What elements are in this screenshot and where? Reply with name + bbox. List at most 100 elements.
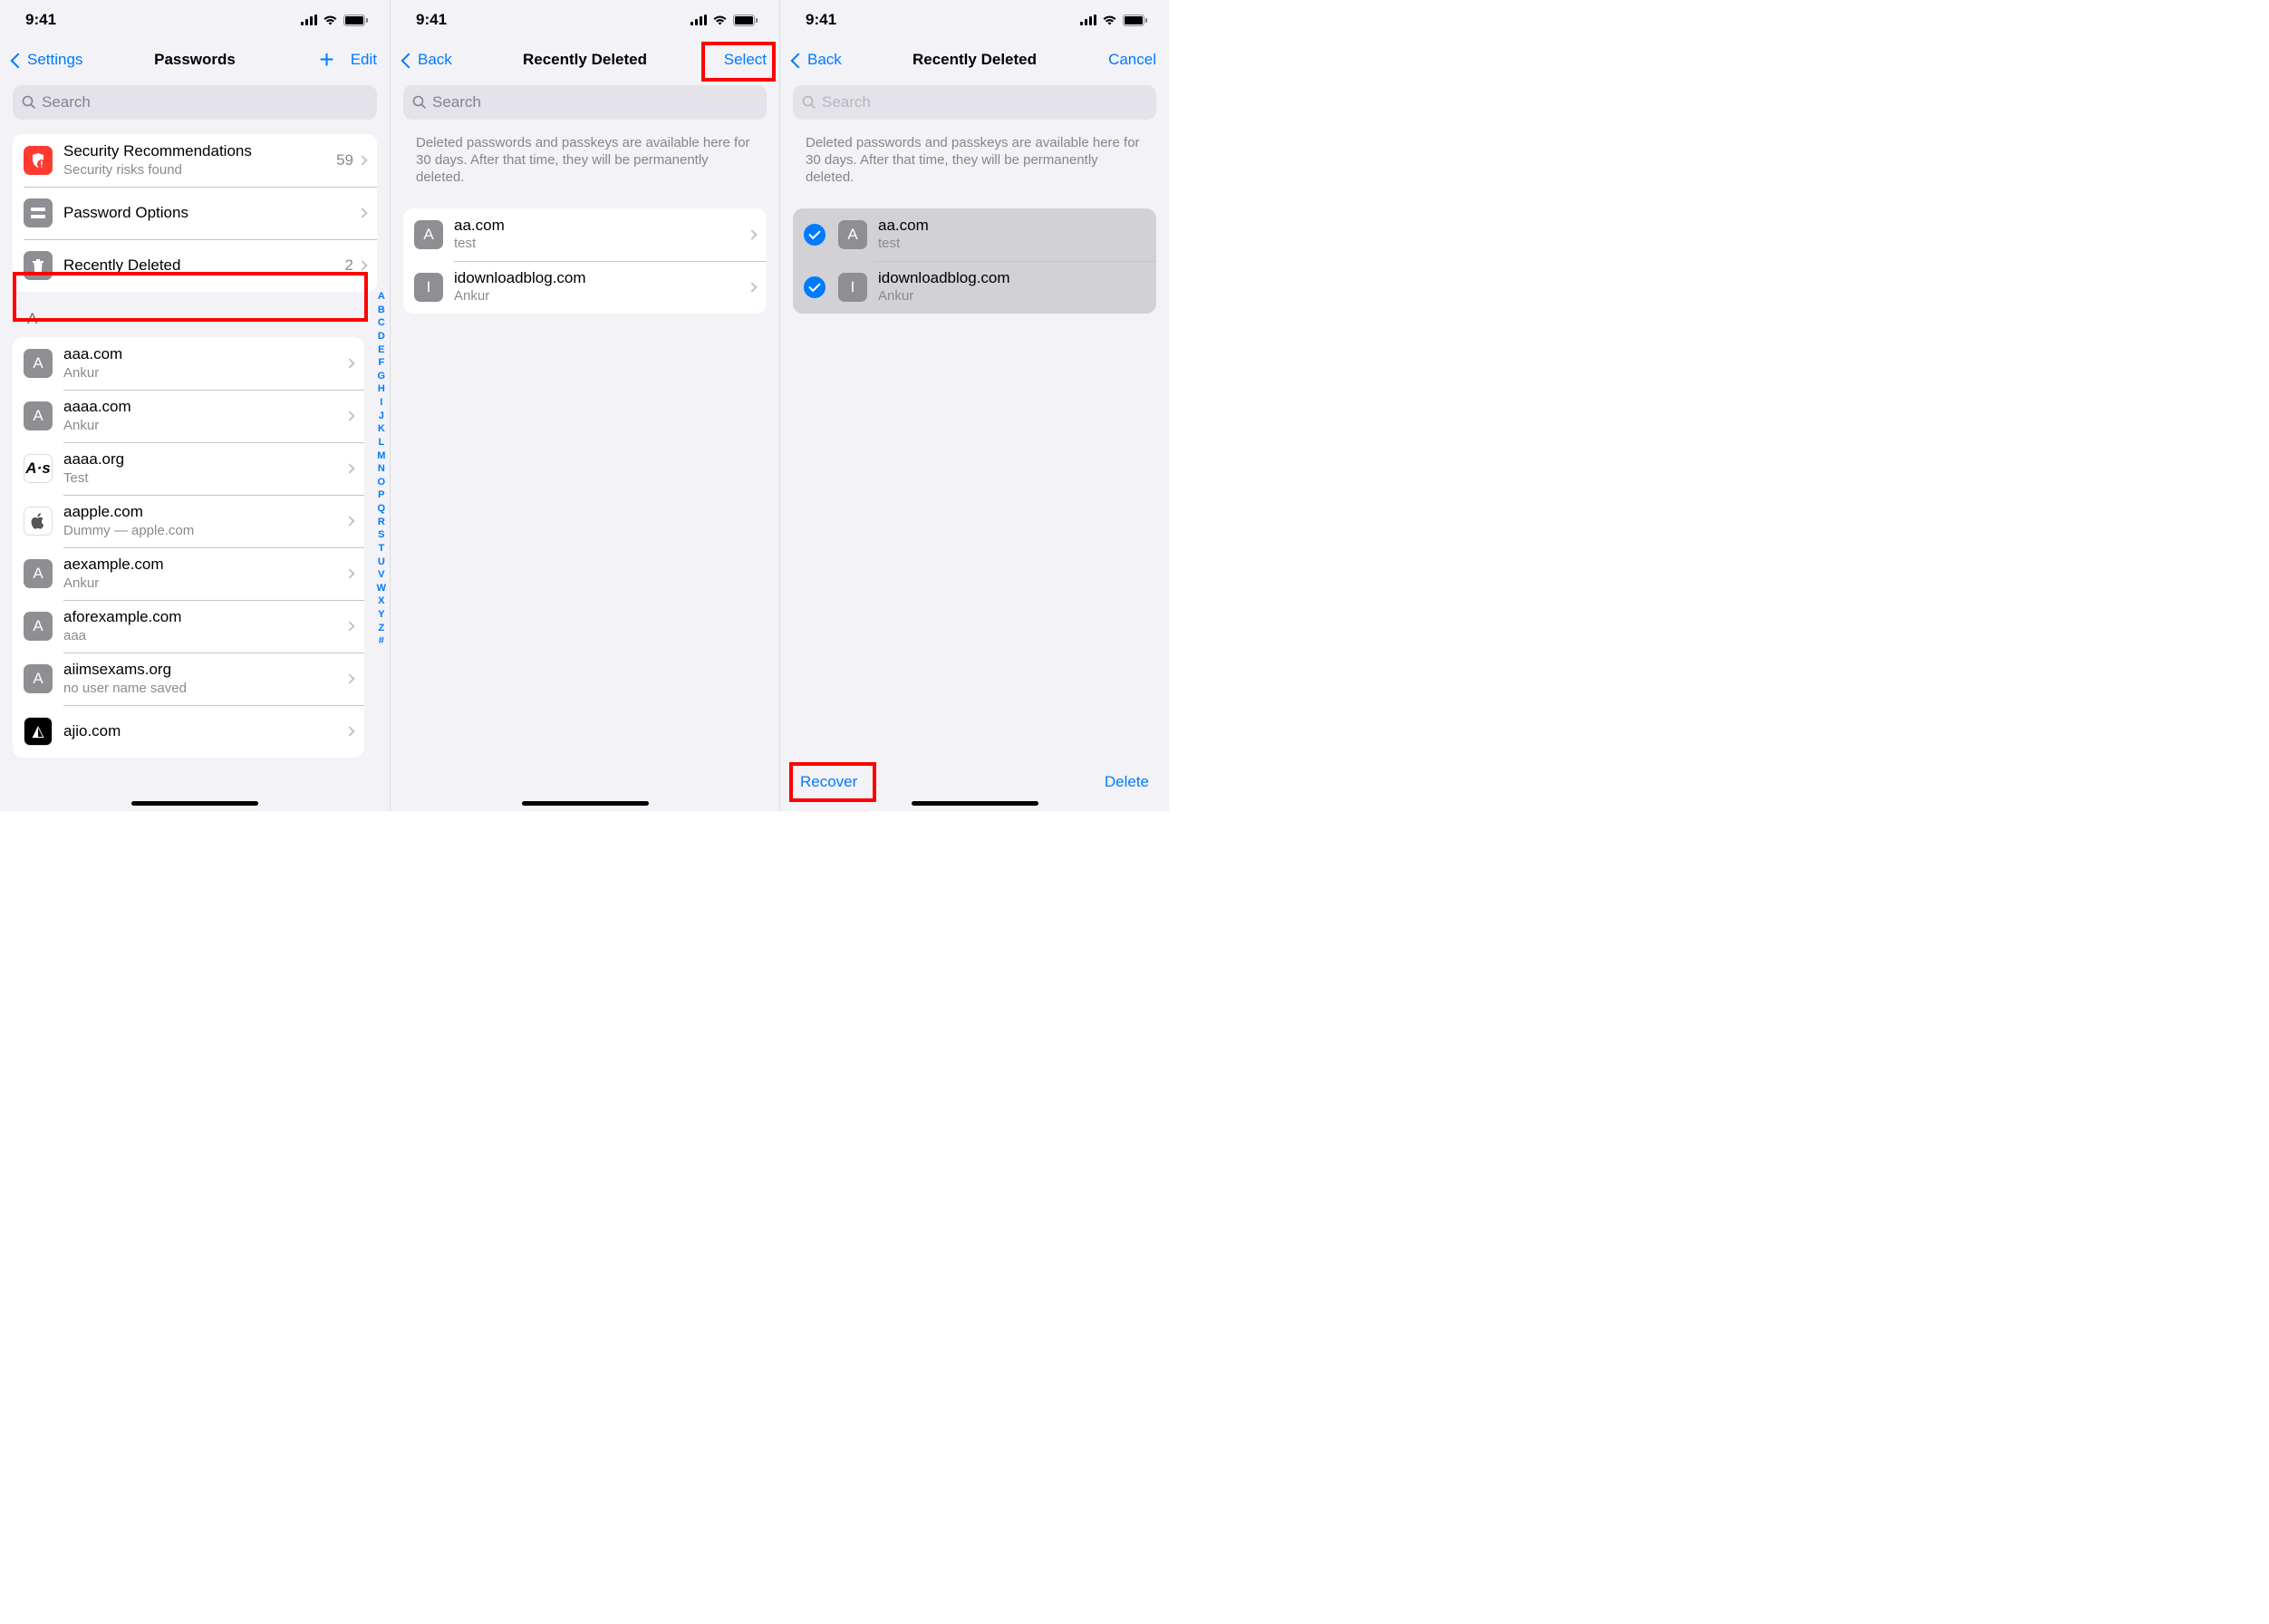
index-letter[interactable]: L <box>377 436 386 450</box>
index-letter[interactable]: N <box>377 462 386 476</box>
security-recommendations-row[interactable]: Security Recommendations Security risks … <box>13 134 377 187</box>
wifi-icon <box>323 14 338 25</box>
deleted-row-selected[interactable]: A aa.comtest <box>793 208 1156 261</box>
nav-bar: Back Recently Deleted Cancel <box>780 40 1169 80</box>
info-text: Deleted passwords and passkeys are avail… <box>780 120 1169 194</box>
cancel-button[interactable]: Cancel <box>1108 51 1156 69</box>
nav-bar: Settings Passwords + Edit <box>0 40 390 80</box>
password-row[interactable]: A aexample.comAnkur <box>13 547 364 600</box>
back-button[interactable]: Settings <box>13 51 82 69</box>
screen-recently-deleted-select: 9:41 Back Recently Deleted Cancel Search… <box>779 0 1169 811</box>
index-letter[interactable]: U <box>377 556 386 569</box>
index-letter[interactable]: M <box>377 450 386 463</box>
index-letter[interactable]: V <box>377 568 386 582</box>
password-row[interactable]: A aaaa.comAnkur <box>13 390 364 442</box>
site-letter-icon: A <box>838 220 867 249</box>
apple-logo-icon <box>24 507 53 536</box>
top-settings-group: Security Recommendations Security risks … <box>13 134 377 292</box>
deleted-row[interactable]: A aa.comtest <box>403 208 767 261</box>
back-button[interactable]: Back <box>793 51 842 69</box>
index-letter[interactable]: J <box>377 410 386 423</box>
index-letter[interactable]: Z <box>377 622 386 635</box>
index-letter[interactable]: P <box>377 488 386 502</box>
checkmark-icon[interactable] <box>804 276 826 298</box>
chevron-right-icon <box>747 282 757 292</box>
password-row[interactable]: A aaa.comAnkur <box>13 337 364 390</box>
home-indicator[interactable] <box>912 801 1038 806</box>
site-letter-icon: A·s <box>24 454 53 483</box>
trash-icon <box>24 251 53 280</box>
checkmark-icon[interactable] <box>804 224 826 246</box>
index-letter[interactable]: C <box>377 316 386 330</box>
home-indicator[interactable] <box>522 801 649 806</box>
signal-icon <box>301 14 317 25</box>
site-logo-icon: ◭ <box>24 717 53 746</box>
back-button[interactable]: Back <box>403 51 452 69</box>
status-bar: 9:41 <box>780 0 1169 40</box>
alert-icon <box>24 146 53 175</box>
bottom-toolbar: Recover Delete <box>780 773 1169 791</box>
search-icon <box>412 95 427 110</box>
recently-deleted-row[interactable]: Recently Deleted 2 <box>13 239 377 292</box>
recover-button[interactable]: Recover <box>800 773 857 791</box>
battery-icon <box>733 14 758 26</box>
index-letter[interactable]: W <box>377 582 386 595</box>
chevron-right-icon <box>344 621 354 631</box>
status-time: 9:41 <box>416 11 447 29</box>
index-letter[interactable]: H <box>377 382 386 396</box>
index-letter[interactable]: F <box>377 356 386 370</box>
index-letter[interactable]: G <box>377 370 386 383</box>
search-input[interactable]: Search <box>13 85 377 120</box>
page-title: Recently Deleted <box>879 51 1070 69</box>
index-letter[interactable]: E <box>377 343 386 357</box>
index-letter[interactable]: R <box>377 516 386 529</box>
deleted-row-selected[interactable]: I idownloadblog.comAnkur <box>793 261 1156 314</box>
edit-button[interactable]: Edit <box>351 51 377 69</box>
password-options-row[interactable]: Password Options <box>13 187 377 239</box>
index-letter[interactable]: K <box>377 422 386 436</box>
password-row[interactable]: ◭ ajio.com <box>13 705 364 758</box>
index-letter[interactable]: B <box>377 304 386 317</box>
cell-count: 59 <box>336 151 353 169</box>
chevron-right-icon <box>344 568 354 578</box>
cell-count: 2 <box>345 256 353 275</box>
password-row[interactable]: A aiimsexams.orgno user name saved <box>13 652 364 705</box>
search-icon <box>22 95 36 110</box>
cell-title: Password Options <box>63 204 348 222</box>
chevron-right-icon <box>344 358 354 368</box>
screen-passwords: 9:41 Settings Passwords + Edit Search Se… <box>0 0 390 811</box>
chevron-right-icon <box>357 155 367 165</box>
select-button[interactable]: Select <box>724 51 767 69</box>
index-letter[interactable]: T <box>377 542 386 556</box>
password-row[interactable]: A aforexample.comaaa <box>13 600 364 652</box>
home-indicator[interactable] <box>131 801 258 806</box>
index-letter[interactable]: Q <box>377 502 386 516</box>
index-letter[interactable]: O <box>377 476 386 489</box>
index-letter[interactable]: A <box>377 290 386 304</box>
cell-title: Security Recommendations <box>63 142 325 160</box>
password-row[interactable]: aapple.comDummy — apple.com <box>13 495 364 547</box>
index-letter[interactable]: I <box>377 396 386 410</box>
wifi-icon <box>1102 14 1117 25</box>
site-letter-icon: A <box>24 612 53 641</box>
chevron-right-icon <box>344 516 354 526</box>
search-input[interactable]: Search <box>403 85 767 120</box>
search-input[interactable]: Search <box>793 85 1156 120</box>
index-letter[interactable]: # <box>377 634 386 648</box>
status-right <box>1080 14 1147 26</box>
search-placeholder: Search <box>432 93 481 111</box>
password-row[interactable]: A·s aaaa.orgTest <box>13 442 364 495</box>
chevron-right-icon <box>344 463 354 473</box>
signal-icon <box>690 14 707 25</box>
index-letter[interactable]: Y <box>377 608 386 622</box>
index-letter[interactable]: X <box>377 594 386 608</box>
add-button[interactable]: + <box>319 47 333 72</box>
site-letter-icon: A <box>24 401 53 430</box>
index-letter[interactable]: D <box>377 330 386 343</box>
deleted-row[interactable]: I idownloadblog.comAnkur <box>403 261 767 314</box>
delete-button[interactable]: Delete <box>1105 773 1149 791</box>
index-letter[interactable]: S <box>377 528 386 542</box>
battery-icon <box>343 14 368 26</box>
cell-sub: Security risks found <box>63 162 325 179</box>
alpha-index[interactable]: ABCDEFGHIJKLMNOPQRSTUVWXYZ# <box>377 290 386 648</box>
